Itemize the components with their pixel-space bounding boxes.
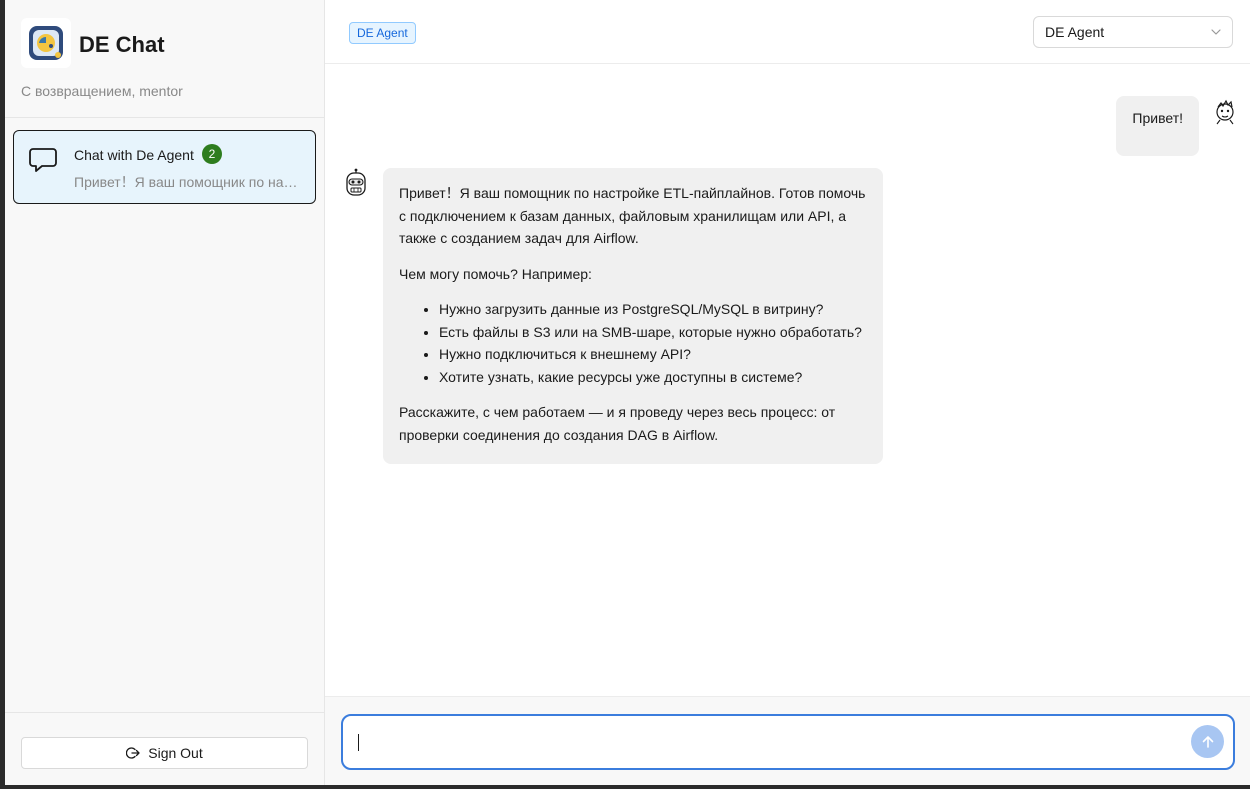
assistant-question: Чем могу помочь? Например: bbox=[399, 265, 592, 282]
sidebar: DE Chat С возвращением, mentor Chat with… bbox=[5, 0, 325, 785]
user-avatar-icon bbox=[1216, 99, 1234, 125]
agent-tag: DE Agent bbox=[349, 22, 416, 44]
assistant-outro: Расскажите, с чем работаем — и я проведу… bbox=[399, 404, 836, 443]
chat-main: DE Agent DE Agent Привет! Привет！Я ваш п… bbox=[325, 0, 1250, 785]
sidebar-footer: Sign Out bbox=[5, 712, 324, 785]
message-input[interactable] bbox=[341, 714, 1235, 770]
agent-select[interactable]: DE Agent bbox=[1033, 16, 1233, 48]
sign-out-button[interactable]: Sign Out bbox=[21, 737, 308, 769]
bot-avatar-icon bbox=[346, 168, 366, 196]
list-item: Нужно загрузить данные из PostgreSQL/MyS… bbox=[439, 298, 867, 321]
arrow-up-icon bbox=[1202, 735, 1213, 748]
text-cursor bbox=[358, 734, 359, 751]
list-item: Хотите узнать, какие ресурсы уже доступн… bbox=[439, 366, 867, 389]
assistant-intro: Привет！Я ваш помощник по настройке ETL-п… bbox=[399, 185, 866, 246]
message-list: Привет! Привет！Я ваш помощник по настрой… bbox=[325, 64, 1250, 696]
chat-list: Chat with De Agent 2 Привет！Я ваш помощн… bbox=[5, 118, 324, 712]
assistant-message: Привет！Я ваш помощник по настройке ETL-п… bbox=[383, 168, 883, 464]
chevron-down-icon bbox=[1211, 29, 1221, 35]
chat-bubble-icon bbox=[29, 148, 57, 172]
chat-preview: Привет！Я ваш помощник по настройке ETL-п… bbox=[74, 174, 304, 190]
chat-title: Chat with De Agent bbox=[74, 147, 194, 163]
welcome-text: С возвращением, mentor bbox=[21, 83, 183, 99]
user-message-text: Привет! bbox=[1132, 110, 1183, 126]
send-button[interactable] bbox=[1191, 725, 1224, 758]
brand-header: DE Chat С возвращением, mentor bbox=[5, 0, 324, 118]
suggestion-list: Нужно загрузить данные из PostgreSQL/MyS… bbox=[439, 298, 867, 388]
user-message: Привет! bbox=[1116, 96, 1199, 156]
chat-header: DE Agent DE Agent bbox=[325, 0, 1250, 64]
composer-area bbox=[325, 696, 1250, 785]
app-window: DE Chat С возвращением, mentor Chat with… bbox=[5, 0, 1250, 785]
logout-icon bbox=[126, 747, 140, 759]
agent-select-value: DE Agent bbox=[1045, 24, 1105, 40]
logo-icon bbox=[29, 26, 63, 60]
chat-list-item[interactable]: Chat with De Agent 2 Привет！Я ваш помощн… bbox=[13, 130, 316, 204]
app-title: DE Chat bbox=[79, 32, 165, 57]
list-item: Нужно подключиться к внешнему API? bbox=[439, 343, 867, 366]
unread-count-badge: 2 bbox=[202, 144, 222, 164]
list-item: Есть файлы в S3 или на SMB-шаре, которые… bbox=[439, 321, 867, 344]
app-logo bbox=[21, 18, 71, 68]
sign-out-label: Sign Out bbox=[148, 745, 203, 761]
